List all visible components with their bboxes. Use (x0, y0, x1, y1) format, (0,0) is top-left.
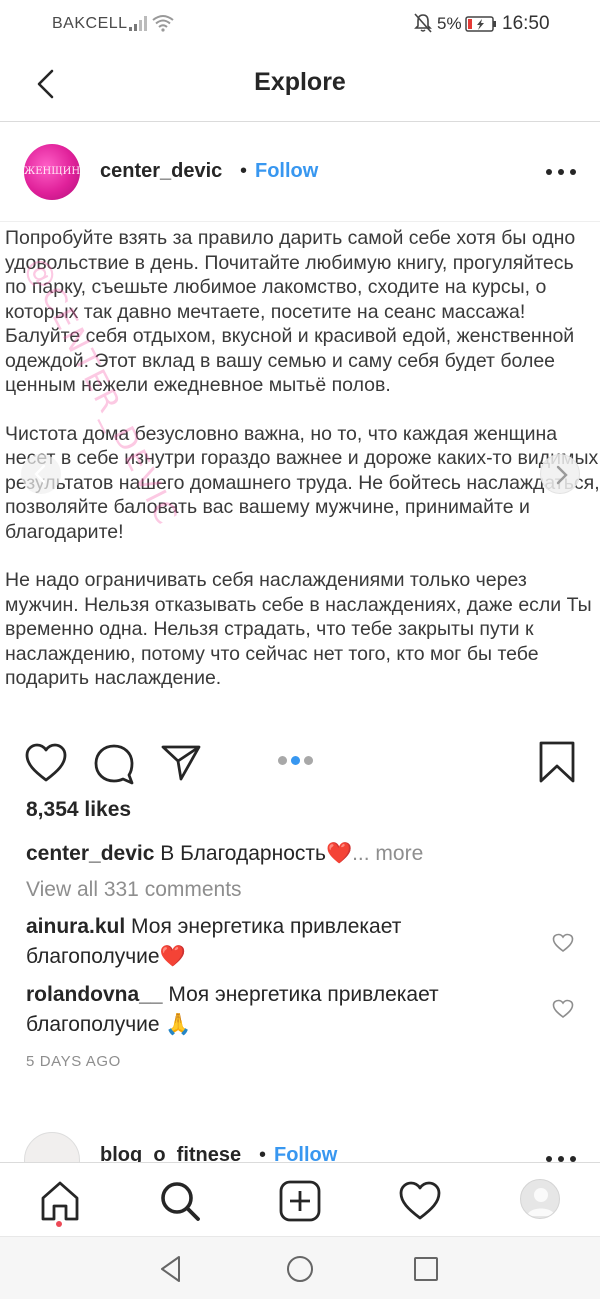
status-bar: BAKCELL 5% 16:50 (0, 0, 600, 48)
post-header: ЖЕНЩИНА center_devic • Follow (0, 122, 600, 222)
carousel-next-button[interactable] (540, 454, 580, 494)
next-post-username[interactable]: blog_o_fitnese (100, 1144, 241, 1162)
battery-icon (465, 16, 496, 32)
home-icon[interactable] (38, 1179, 82, 1223)
post-timestamp: 5 DAYS AGO (26, 1053, 121, 1070)
like-heart-icon[interactable] (24, 742, 68, 784)
page-title: Explore (254, 68, 346, 96)
comment-like-icon[interactable] (552, 933, 574, 953)
post-username[interactable]: center_devic (100, 160, 222, 183)
next-post-avatar[interactable] (24, 1132, 80, 1162)
more-options-icon[interactable] (546, 1154, 576, 1162)
next-post-follow-button[interactable]: Follow (274, 1144, 337, 1162)
post-paragraph: Не надо ограничивать себя наслаждениями … (5, 569, 592, 689)
signal-icon (129, 16, 147, 31)
comment-username[interactable]: ainura.kul (26, 915, 125, 938)
follow-button[interactable]: Follow (255, 160, 318, 183)
separator-dot: • (240, 160, 248, 182)
comment-username[interactable]: rolandovna__ (26, 983, 163, 1006)
bell-muted-icon (414, 13, 432, 33)
post-image-text: Попробуйте взять за правило дарить самой… (5, 226, 600, 715)
more-options-icon[interactable] (546, 166, 576, 178)
post-actions (0, 732, 600, 796)
activity-heart-icon[interactable] (398, 1179, 442, 1223)
comment-item: rolandovna__ Моя энергетика привлекает б… (26, 980, 526, 1040)
carousel-dot-active (291, 756, 300, 765)
avatar-logo-text: ЖЕНЩИНА (24, 166, 80, 177)
default-profile-icon (527, 1188, 555, 1216)
post-paragraph: Чистота дома безусловно важна, но то, чт… (5, 422, 600, 543)
search-icon[interactable] (158, 1179, 202, 1223)
carousel-indicator (278, 752, 317, 770)
caption-text: В Благодарность❤️ (154, 842, 353, 865)
carousel-dot (304, 756, 313, 765)
next-post-header: blog_o_fitnese • Follow (0, 1130, 600, 1162)
carousel-prev-button[interactable] (21, 454, 61, 494)
nav-home-icon[interactable] (284, 1253, 316, 1285)
nav-back-icon[interactable] (156, 1253, 188, 1285)
carousel-dot (278, 756, 287, 765)
battery-percent: 5% (437, 14, 462, 33)
like-count[interactable]: 8,354 likes (26, 798, 131, 822)
view-all-comments-link[interactable]: View all 331 comments (26, 878, 242, 902)
comment-item: ainura.kul Моя энергетика привлекает бла… (26, 912, 526, 972)
post-avatar[interactable]: ЖЕНЩИНА (24, 144, 80, 200)
carrier-name: BAKCELL (52, 15, 128, 32)
wifi-icon (152, 15, 174, 32)
top-header: Explore (0, 48, 600, 122)
home-notification-dot (56, 1221, 62, 1227)
nav-recents-icon[interactable] (410, 1253, 442, 1285)
bookmark-icon[interactable] (538, 740, 576, 784)
chevron-left-icon (34, 464, 46, 484)
separator-dot: • (259, 1144, 267, 1162)
clock: 16:50 (502, 13, 550, 34)
new-post-icon[interactable] (278, 1179, 322, 1223)
comment-icon[interactable] (92, 742, 136, 786)
bottom-tab-bar (0, 1162, 600, 1236)
share-send-icon[interactable] (160, 742, 202, 784)
caption-username[interactable]: center_devic (26, 842, 154, 865)
post-caption: center_devic В Благодарность❤️... more (26, 842, 423, 866)
system-navigation-bar (0, 1236, 600, 1299)
comment-like-icon[interactable] (552, 999, 574, 1019)
post-image[interactable]: Попробуйте взять за правило дарить самой… (0, 222, 600, 732)
chevron-right-icon (556, 465, 568, 485)
profile-avatar[interactable] (520, 1179, 560, 1219)
caption-more-link[interactable]: ... more (352, 842, 423, 865)
